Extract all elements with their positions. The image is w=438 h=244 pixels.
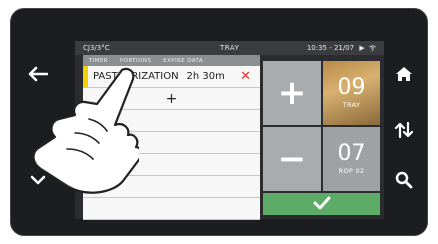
sort-arrows-icon[interactable] <box>391 117 417 143</box>
confirm-button[interactable] <box>263 193 380 215</box>
tray-label: TRAY <box>342 101 361 109</box>
wifi-icon <box>369 44 376 52</box>
status-bar: CJ3/3°C TRAY 10:35 - 21/07 ▶ <box>75 41 384 55</box>
play-icon: ▶ <box>359 44 365 52</box>
status-right: 10:35 - 21/07 ▶ <box>307 44 376 52</box>
rop-label: ROP 02 <box>338 167 365 175</box>
pointing-hand-icon <box>27 67 142 197</box>
checkmark-icon <box>313 195 331 214</box>
clock: 10:35 - 21/07 <box>306 44 355 52</box>
tab-portions[interactable]: PORTIONS <box>114 58 157 64</box>
tab-expire-data[interactable]: EXPIRE DATA <box>157 58 209 64</box>
plus-label: + <box>277 73 307 113</box>
home-icon[interactable] <box>391 61 417 87</box>
program-time: 2h 30m <box>186 71 225 82</box>
tray-selector[interactable]: 09 TRAY <box>323 61 380 125</box>
temperature-readout: CJ3/3°C <box>83 44 110 52</box>
device-frame: CJ3/3°C TRAY 10:35 - 21/07 ▶ TIMER PORTI… <box>10 8 428 236</box>
increase-button[interactable]: + <box>263 61 321 125</box>
search-icon[interactable] <box>391 167 417 193</box>
rop-value: 07 <box>337 141 366 166</box>
tray-value: 09 <box>337 75 366 100</box>
add-icon: + <box>165 90 178 107</box>
screen-title: TRAY <box>220 44 240 52</box>
tab-timer[interactable]: TIMER <box>83 58 114 64</box>
empty-row <box>83 198 260 220</box>
tab-bar: TIMER PORTIONS EXPIRE DATA <box>83 55 260 66</box>
rop-selector[interactable]: 07 ROP 02 <box>323 127 380 191</box>
minus-label: − <box>277 139 307 179</box>
delete-icon[interactable]: ✕ <box>240 69 251 84</box>
decrease-button[interactable]: − <box>263 127 321 191</box>
